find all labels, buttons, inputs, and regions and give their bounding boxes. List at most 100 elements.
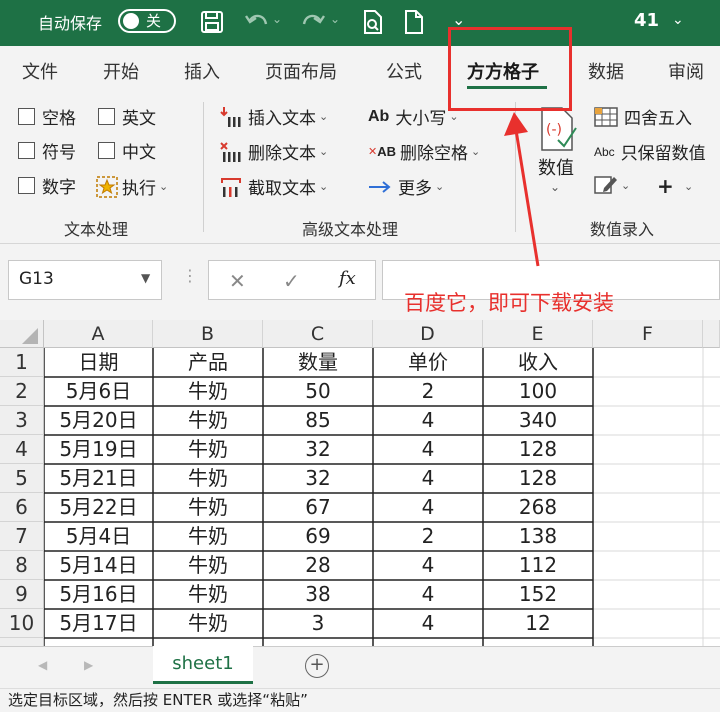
confirm-icon[interactable]: ✓ [283,269,300,293]
tab-review[interactable]: 审阅 [668,58,704,84]
cell-c1[interactable]: 数量 [263,348,373,377]
delete-text-button[interactable]: 删除文本 ⌄ [220,139,328,164]
row-header-2[interactable]: 2 [0,377,44,406]
redo-icon[interactable] [300,10,326,34]
checkbox-space[interactable] [18,108,35,125]
execute-button[interactable]: 执行 ⌄ [96,174,168,199]
sheet-tab-sheet1[interactable]: sheet1 [153,646,253,684]
cell-b4[interactable]: 牛奶 [153,435,263,464]
cell-a3[interactable]: 5月20日 [44,406,153,435]
cell-d9[interactable]: 4 [373,580,483,609]
cell-e7[interactable]: 138 [483,522,593,551]
round-button[interactable]: 四舍五入 [594,104,692,129]
keep-values-button[interactable]: Abc 只保留数值 [594,139,706,164]
resize-handle-icon[interactable]: ⋮ [182,266,198,285]
extract-text-button[interactable]: 截取文本 ⌄ [220,174,328,199]
cell-d6[interactable]: 4 [373,493,483,522]
cell-a6[interactable]: 5月22日 [44,493,153,522]
cell-c9[interactable]: 38 [263,580,373,609]
column-header-e[interactable]: E [483,320,593,348]
file-name-chevron-icon[interactable]: ⌄ [672,12,684,28]
cell-e3[interactable]: 340 [483,406,593,435]
row-header-3[interactable]: 3 [0,406,44,435]
fx-icon[interactable]: fx [339,268,356,289]
checkbox-english[interactable] [98,108,115,125]
cell-e4[interactable]: 128 [483,435,593,464]
cell-e9[interactable]: 152 [483,580,593,609]
cell-b10[interactable]: 牛奶 [153,609,263,638]
next-sheet-icon[interactable]: ▶ [84,658,93,672]
cell-b6[interactable]: 牛奶 [153,493,263,522]
cell-a8[interactable]: 5月14日 [44,551,153,580]
worksheet-grid[interactable]: A B C D E F 1 日期 产品 数量 单价 收入 2 5月6日 牛奶 50 2 100 3 5月2… [0,320,720,646]
cell-b3[interactable]: 牛奶 [153,406,263,435]
cell-c10[interactable]: 3 [263,609,373,638]
cell-e5[interactable]: 128 [483,464,593,493]
row-header-4[interactable]: 4 [0,435,44,464]
column-header-c[interactable]: C [263,320,373,348]
cell-b2[interactable]: 牛奶 [153,377,263,406]
cell-c5[interactable]: 32 [263,464,373,493]
column-header-g[interactable] [703,320,720,348]
cell-d2[interactable]: 2 [373,377,483,406]
row-header-1[interactable]: 1 [0,348,44,377]
document-search-icon[interactable] [362,9,384,35]
row-header-5[interactable]: 5 [0,464,44,493]
undo-dropdown-icon[interactable]: ⌄ [272,12,282,26]
tab-file[interactable]: 文件 [22,58,58,84]
cell-b1[interactable]: 产品 [153,348,263,377]
save-icon[interactable] [200,10,224,34]
tab-home[interactable]: 开始 [103,58,139,84]
cell-e1[interactable]: 收入 [483,348,593,377]
prev-sheet-icon[interactable]: ◀ [38,658,47,672]
more-button[interactable]: 更多 ⌄ [368,174,444,199]
row-header-6[interactable]: 6 [0,493,44,522]
row-header-10[interactable]: 10 [0,609,44,638]
delete-spaces-button[interactable]: ✕ AB 删除空格 ⌄ [368,139,480,164]
column-header-b[interactable]: B [153,320,263,348]
cell-e10[interactable]: 12 [483,609,593,638]
row-header-9[interactable]: 9 [0,580,44,609]
tab-data[interactable]: 数据 [588,58,624,84]
cell-a4[interactable]: 5月19日 [44,435,153,464]
checkbox-symbol[interactable] [18,142,35,159]
tab-formulas[interactable]: 公式 [386,58,422,84]
select-all-corner[interactable] [0,320,44,348]
cell-c7[interactable]: 69 [263,522,373,551]
column-header-a[interactable]: A [44,320,153,348]
name-box[interactable]: G13 ▼ [8,260,162,300]
autosave-toggle[interactable]: 关 [118,9,176,33]
cell-a10[interactable]: 5月17日 [44,609,153,638]
cell-c8[interactable]: 28 [263,551,373,580]
checkbox-number[interactable] [18,177,35,194]
column-header-d[interactable]: D [373,320,483,348]
tab-page-layout[interactable]: 页面布局 [265,58,337,84]
cell-d8[interactable]: 4 [373,551,483,580]
cell-a1[interactable]: 日期 [44,348,153,377]
cell-b7[interactable]: 牛奶 [153,522,263,551]
cancel-icon[interactable]: ✕ [229,269,246,293]
plus-chevron-icon[interactable]: ⌄ [684,180,693,193]
cell-d5[interactable]: 4 [373,464,483,493]
cell-c4[interactable]: 32 [263,435,373,464]
new-document-icon[interactable] [404,9,424,35]
cell-d3[interactable]: 4 [373,406,483,435]
redo-dropdown-icon[interactable]: ⌄ [330,12,340,26]
cell-a5[interactable]: 5月21日 [44,464,153,493]
cell-a9[interactable]: 5月16日 [44,580,153,609]
checkbox-chinese[interactable] [98,142,115,159]
tab-insert[interactable]: 插入 [184,58,220,84]
add-sheet-button[interactable]: + [305,654,329,678]
cell-e2[interactable]: 100 [483,377,593,406]
cell-b8[interactable]: 牛奶 [153,551,263,580]
case-button[interactable]: Ab 大小写 ⌄ [368,104,459,130]
plus-button[interactable]: + [657,174,674,198]
column-header-f[interactable]: F [593,320,703,348]
insert-text-button[interactable]: 插入文本 ⌄ [220,104,328,129]
cell-d4[interactable]: 4 [373,435,483,464]
cell-c3[interactable]: 85 [263,406,373,435]
cell-b5[interactable]: 牛奶 [153,464,263,493]
cell-b9[interactable]: 牛奶 [153,580,263,609]
cell-c6[interactable]: 67 [263,493,373,522]
undo-icon[interactable] [244,10,270,34]
